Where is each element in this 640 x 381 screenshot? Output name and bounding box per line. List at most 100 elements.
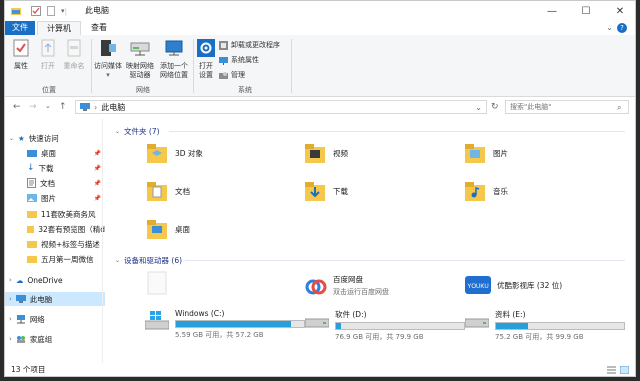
drive-usage-bar [495,322,625,330]
nav-pinned-label: 图片 [41,193,56,203]
maximize-button[interactable]: ☐ [569,1,603,21]
new-folder-icon[interactable] [47,6,55,16]
close-button[interactable]: ✕ [603,1,635,21]
app-name: 优酷影视库 (32 位) [497,280,563,290]
folder-label: 下载 [333,186,348,196]
app-name: 百度网盘 [333,275,363,284]
folder-music[interactable]: 音乐 [465,179,508,203]
media-icon [101,40,116,56]
nav-network[interactable]: › 网络 [5,312,105,326]
nav-homegroup[interactable]: › 家庭组 [5,332,105,346]
system-properties-label: 系统属性 [231,56,259,64]
rename-button[interactable]: 重命名 [61,39,87,71]
minimize-button[interactable]: — [535,1,569,21]
drive-usage-fill [496,323,528,329]
content-area: ⌄ 文件夹 (7) 3D 对象 视频 图片 文档 下载 音乐 桌面 ⌄ 设备和驱… [109,119,631,363]
nav-this-pc[interactable]: › 此电脑 [5,292,105,306]
refresh-button[interactable]: ↻ [491,102,499,112]
folder-icon [27,241,37,248]
up-button[interactable]: ↑ [59,102,67,112]
item-count: 13 个项目 [11,365,46,374]
explorer-icon [11,8,21,15]
map-drive-button[interactable]: 映射网络 驱动器 [125,39,155,80]
access-media-label: 访问媒体 [94,62,122,70]
details-view-icon[interactable] [607,366,616,374]
nav-recent-label: 32套有预览图（精d [38,224,105,234]
nav-recent-folder[interactable]: 32套有预览图（精d [5,222,105,236]
rename-icon [67,39,81,57]
add-network-location-button[interactable]: 添加一个 网络位置 [157,39,191,80]
properties-label: 属性 [14,62,28,70]
large-icons-view-icon[interactable] [620,366,629,374]
qa-divider: | [64,6,68,16]
search-input[interactable]: 搜索"此电脑" [505,100,629,114]
ribbon-tabs: 文件 计算机 查看 ⌄ ? [5,21,635,36]
folder-downloads[interactable]: 下载 [305,179,348,203]
nav-pinned-desktop[interactable]: 桌面 📌 [5,146,105,160]
3d-objects-folder-icon [147,144,167,163]
drive-name: 资料 (E:) [495,310,526,319]
uninstall-button[interactable]: 卸载或更改程序 [219,40,280,50]
rename-label: 重命名 [63,62,85,70]
nav-pinned-downloads[interactable]: ↓ 下载 📌 [5,161,105,175]
drive-usage-bar [175,320,305,328]
help-icon[interactable]: ? [617,23,627,33]
tab-computer[interactable]: 计算机 [37,21,81,35]
nav-recent-folder[interactable]: 五月第一周微信 [5,252,105,266]
folders-section-header[interactable]: ⌄ 文件夹 (7) [115,126,160,137]
quick-access-toolbar: ▾ | [11,5,71,17]
nav-pinned-documents[interactable]: 文档 📌 [5,176,105,190]
ribbon-expand-icon[interactable]: ⌄ [606,23,613,32]
devices-section-header[interactable]: ⌄ 设备和驱动器 (6) [115,255,182,266]
nav-homegroup-label: 家庭组 [29,334,53,344]
folder-documents[interactable]: 文档 [147,179,190,203]
drive-name: Windows (C:) [175,309,225,318]
system-properties-button[interactable]: 系统属性 [219,55,259,65]
expand-arrow-icon: › [9,276,12,284]
app-youku[interactable]: YOUKU 优酷影视库 (32 位) [465,274,562,296]
address-dropdown-icon[interactable]: ⌄ [475,103,482,112]
open-label: 打开 [41,62,55,70]
youku-icon: YOUKU [465,276,491,294]
folder-desktop[interactable]: 桌面 [147,217,190,241]
nav-quick-access[interactable]: ⌄ ★ 快速访问 [5,131,105,145]
recent-locations-button[interactable]: ⌄ [45,102,51,110]
access-media-button[interactable]: 访问媒体 ▾ [93,39,123,80]
folder-pictures[interactable]: 图片 [465,141,508,165]
nav-this-pc-label: 此电脑 [29,294,53,304]
ribbon-separator [291,39,292,93]
this-pc-icon [15,295,26,303]
app-baidu-netdisk[interactable]: 百度网盘 双击运行百度网盘 [305,274,389,297]
group-network-label: 网络 [136,86,150,94]
drive-e[interactable]: 资料 (E:) 75.2 GB 可用，共 99.9 GB [465,309,625,342]
properties-check-icon[interactable] [31,6,41,16]
nav-recent-folder[interactable]: 视频+标签与描述 [5,237,105,251]
tab-view[interactable]: 查看 [85,21,113,35]
forward-button[interactable]: → [29,102,37,112]
open-button[interactable]: 打开 [37,39,59,71]
tab-file[interactable]: 文件 [5,21,35,35]
dropdown-arrow-icon: ▾ [106,71,110,79]
nav-pane-divider [102,119,103,363]
address-bar[interactable]: › 此电脑 ⌄ [75,100,487,114]
folder-3d-objects[interactable]: 3D 对象 [147,141,203,165]
manage-button[interactable]: 管理 [219,70,245,80]
folder-videos[interactable]: 视频 [305,141,348,165]
breadcrumb-this-pc[interactable]: 此电脑 [101,102,125,113]
drive-space: 76.9 GB 可用，共 79.9 GB [335,333,424,341]
drive-d[interactable]: 软件 (D:) 76.9 GB 可用，共 79.9 GB [305,309,465,342]
drive-c[interactable]: Windows (C:) 5.59 GB 可用，共 57.2 GB [145,309,305,340]
folder-label: 文档 [175,186,190,196]
explorer-window: ▾ | 此电脑 — ☐ ✕ 文件 计算机 查看 ⌄ ? 属性 打开 重命名 位置 [4,0,636,377]
nav-network-label: 网络 [29,314,45,324]
section-divider [169,131,625,132]
nav-onedrive[interactable]: › ☁ OneDrive [5,273,105,287]
blank-device[interactable] [147,271,167,295]
title-bar: ▾ | 此电脑 — ☐ ✕ [5,1,635,21]
nav-recent-folder[interactable]: 11套欧美商务风 [5,207,105,221]
back-button[interactable]: ← [13,102,21,112]
nav-pinned-pictures[interactable]: 图片 📌 [5,191,105,205]
properties-button[interactable]: 属性 [9,39,33,71]
add-location-label-1: 添加一个 [160,62,188,70]
open-settings-button[interactable]: 打开 设置 [195,39,217,80]
